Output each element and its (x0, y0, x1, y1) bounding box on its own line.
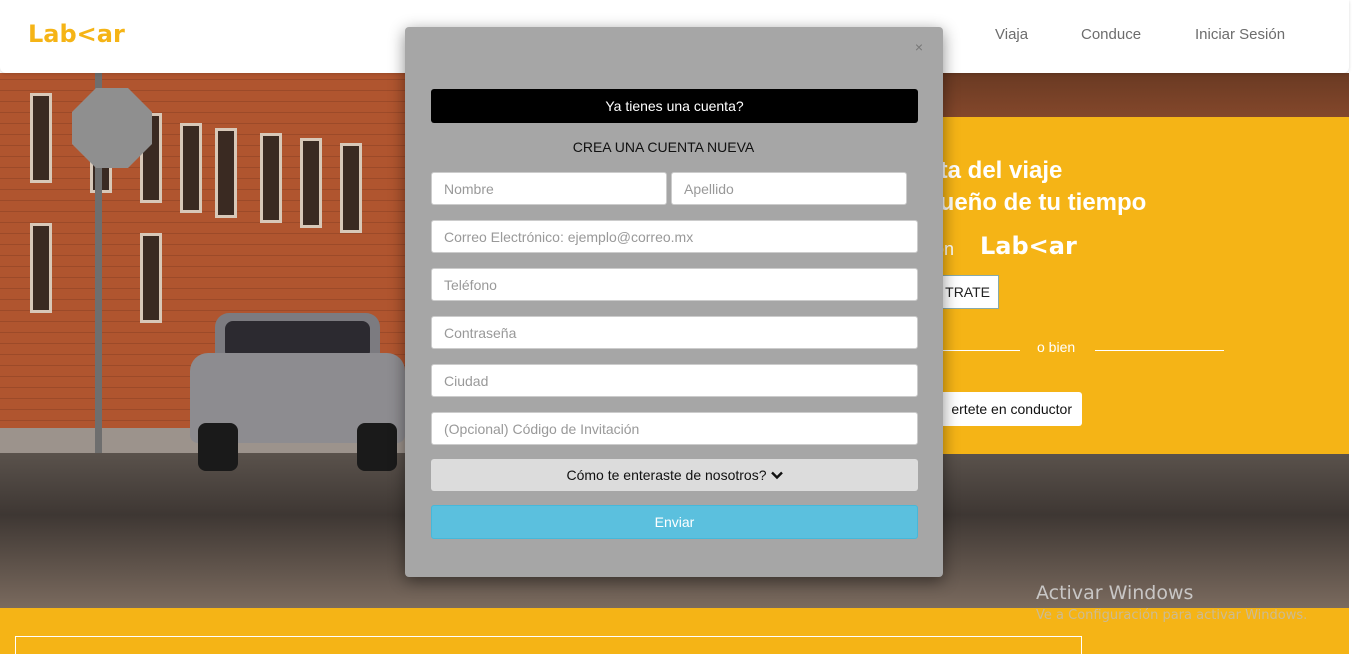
car-wheel (198, 423, 238, 471)
invite-code-input[interactable] (431, 412, 918, 445)
or-text: o bien (1037, 339, 1076, 355)
password-input[interactable] (431, 316, 918, 349)
promo-panel: uta del viaje dueño de tu tiempo con Lab… (905, 117, 1349, 454)
car-wheel (357, 423, 397, 471)
promo-headline-line1: uta del viaje (925, 157, 1063, 184)
brand-logo[interactable]: Lab<ar (28, 20, 125, 48)
email-input[interactable] (431, 220, 918, 253)
nav-link-conduce[interactable]: Conduce (1081, 26, 1141, 43)
phone-input[interactable] (431, 268, 918, 301)
windows-activation-subtitle: Ve a Configuración para activar Windows. (1036, 608, 1308, 623)
building-window (180, 123, 202, 213)
last-name-input[interactable] (671, 172, 907, 205)
chevron-down-icon (770, 459, 783, 491)
building-window (30, 223, 52, 313)
signup-modal: × Ya tienes una cuenta? CREA UNA CUENTA … (405, 27, 943, 577)
parked-car (190, 313, 405, 473)
promo-logo: Lab<ar (980, 232, 1077, 260)
have-account-button[interactable]: Ya tienes una cuenta? (431, 89, 918, 123)
building-window (340, 143, 362, 233)
close-icon[interactable]: × (915, 39, 923, 55)
promo-headline-line2: dueño de tu tiempo (925, 189, 1147, 216)
building-window (260, 133, 282, 223)
nav-link-iniciar-sesion[interactable]: Iniciar Sesión (1195, 26, 1285, 43)
divider-right (1095, 350, 1224, 351)
building-window (140, 233, 162, 323)
modal-heading: CREA UNA CUENTA NUEVA (572, 139, 755, 155)
building-window (30, 93, 52, 183)
become-driver-button[interactable]: ertete en conductor (925, 392, 1082, 426)
logo-text-pre: Lab (28, 20, 77, 48)
first-name-input[interactable] (431, 172, 667, 205)
city-input[interactable] (431, 364, 918, 397)
building-window (215, 128, 237, 218)
logo-chevron: < (76, 20, 97, 48)
referral-source-dropdown[interactable]: Cómo te enteraste de nosotros? (431, 459, 918, 491)
windows-activation-title: Activar Windows (1036, 582, 1194, 604)
building-window (300, 138, 322, 228)
stop-sign (72, 88, 152, 168)
nav-link-viaja[interactable]: Viaja (995, 26, 1028, 43)
submit-button[interactable]: Enviar (431, 505, 918, 539)
footer-box (15, 636, 1082, 654)
dropdown-label: Cómo te enteraste de nosotros? (566, 467, 767, 483)
logo-text-post: ar (96, 20, 125, 48)
